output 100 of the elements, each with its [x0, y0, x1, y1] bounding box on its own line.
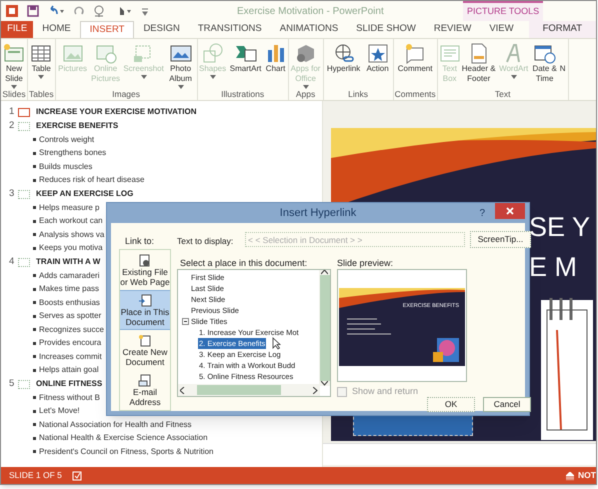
bullet-icon — [33, 342, 36, 345]
redo-icon — [73, 5, 85, 17]
outline-bullet: Adds camaraderi — [39, 270, 100, 282]
caret-icon — [38, 75, 44, 79]
group-label: Illustrations — [221, 89, 264, 100]
ribbon-button[interactable]: SmartArt — [228, 42, 264, 74]
link-type-button[interactable]: Existing File or Web Page — [120, 250, 170, 290]
preview-label: Slide preview: — [337, 257, 394, 270]
outline-bullet: Serves as spotter — [39, 310, 102, 322]
ribbon-button[interactable]: Date & Time — [532, 42, 558, 84]
outline-bullet: Fitness without B — [39, 392, 100, 404]
screentip-button[interactable]: ScreenTip... — [470, 231, 531, 248]
shapes-icon — [200, 42, 225, 64]
close-button[interactable] — [495, 203, 525, 219]
ribbon-button[interactable]: Photo Album — [166, 42, 196, 89]
scroll-thumb[interactable] — [320, 275, 330, 381]
bullet-icon — [33, 396, 36, 400]
outline-heading: KEEP AN EXERCISE LOG — [36, 188, 134, 200]
group-label: Images — [112, 89, 140, 100]
slide-thumbnail[interactable] — [18, 108, 30, 116]
outline-heading: TRAIN WITH A W — [36, 256, 100, 268]
scroll-down-icon — [321, 381, 328, 386]
slide-number: 2 — [9, 118, 15, 133]
ribbon-tab[interactable]: FILE — [1, 21, 34, 38]
ribbon-tab[interactable]: DESIGN — [134, 21, 189, 38]
outline-bullet: Boosts enthusias — [39, 296, 100, 309]
ribbon-tab[interactable]: INSERT — [80, 21, 134, 38]
bullet-icon — [33, 410, 36, 413]
bullet-icon — [33, 355, 36, 358]
ribbon-button[interactable]: Header & Footer — [462, 42, 496, 84]
ribbon-button[interactable]: Comment — [397, 42, 434, 74]
ribbon-tab[interactable]: SLIDE SHOW — [347, 21, 425, 38]
bullet-icon — [33, 328, 36, 332]
slide-counter: SLIDE 1 OF 5 — [9, 469, 62, 482]
help-button[interactable]: ? — [479, 206, 485, 221]
outline-bullet: Reduces risk of heart disease — [39, 174, 144, 186]
bullet-icon — [33, 246, 36, 250]
slide-thumbnail[interactable] — [18, 380, 30, 388]
ribbon-button[interactable]: Table — [29, 42, 54, 79]
group-label: Text — [494, 89, 510, 100]
ribbon-button[interactable]: Chart — [264, 42, 287, 74]
slide-title: SE Y — [529, 212, 590, 242]
mouse-pointer-icon — [272, 337, 281, 350]
app-logo-icon — [5, 4, 19, 18]
ribbon-button[interactable]: Action — [364, 42, 392, 74]
outline-bullet: Keeps you motiva — [39, 242, 103, 254]
horizontal-scrollbar[interactable] — [178, 384, 320, 396]
outline-bullet: National Health & Exercise Science Association — [39, 432, 208, 444]
ribbon-tab[interactable]: HOME — [33, 21, 80, 38]
contextual-tab-group: PICTURE TOOLS — [463, 1, 544, 21]
outline-bullet: Helps attain goal — [39, 364, 99, 376]
text-to-display-label: Text to display: — [177, 235, 234, 248]
slide-title: E M — [529, 252, 578, 282]
slide-thumbnail[interactable] — [18, 122, 30, 130]
collapse-icon[interactable] — [182, 318, 189, 325]
cancel-button[interactable]: Cancel — [483, 397, 531, 412]
ribbon-button[interactable]: Hyperlink — [324, 42, 363, 74]
bullet-icon — [33, 274, 36, 278]
outline-bullet: Builds muscles — [39, 160, 92, 173]
group-label: Apps — [296, 89, 316, 100]
slide-thumbnail[interactable] — [18, 258, 30, 266]
bullet-icon — [33, 152, 36, 155]
place-label: Select a place in this document: — [180, 257, 308, 270]
outline-bullet: Let's Move! — [39, 405, 80, 418]
ribbon-tab[interactable]: ANIMATIONS — [270, 21, 348, 38]
outline-bullet: National Association for Health and Fitness — [39, 418, 192, 431]
link-type-button[interactable]: Create New Document — [120, 330, 170, 370]
ribbon-tab[interactable]: VIEW — [480, 21, 523, 38]
slide-thumbnail[interactable] — [18, 190, 30, 198]
link-to-label: Link to: — [125, 235, 154, 248]
dialog-title: Insert Hyperlink — [280, 206, 356, 221]
ribbon-tab[interactable]: TRANSITIONS — [188, 21, 271, 38]
link-type-button[interactable]: Place in This Document — [120, 290, 170, 330]
bullet-icon — [33, 165, 36, 168]
ribbon-tab[interactable]: REVIEW — [424, 21, 480, 38]
outline-bullet: Provides encoura — [39, 337, 102, 350]
close-icon — [506, 207, 514, 215]
slide-number: 1 — [9, 104, 15, 119]
ribbon-button[interactable]: New Slide — [2, 42, 26, 89]
outline-heading: ONLINE FITNESS — [36, 378, 102, 390]
ribbon-button[interactable]: N — [558, 42, 567, 74]
vertical-scrollbar[interactable] — [319, 270, 330, 386]
group-label: Comments — [394, 89, 436, 100]
notes-button[interactable]: NOT — [578, 469, 596, 482]
caret-icon — [210, 75, 216, 79]
window-title: Exercise Motivation - PowerPoint — [237, 5, 384, 19]
spell-check-icon — [72, 470, 82, 480]
scroll-thumb[interactable] — [197, 385, 281, 395]
ribbon-tab[interactable]: FORMAT — [528, 21, 596, 38]
outline-bullet: Controls weight — [39, 134, 94, 146]
group-label: Tables — [29, 89, 54, 100]
new-document-icon — [138, 334, 152, 346]
outline-bullet: Helps measure p — [39, 202, 100, 214]
slide-number: 3 — [9, 186, 15, 201]
outline-bullet: Strengthens bones — [39, 147, 106, 160]
outline-bullet: Recognizes succe — [39, 324, 104, 336]
group-label: Slides — [2, 89, 26, 100]
document-arrow-icon — [138, 294, 152, 306]
link-type-button[interactable]: E-mail Address — [120, 370, 170, 410]
ok-button[interactable]: OK — [427, 397, 475, 412]
